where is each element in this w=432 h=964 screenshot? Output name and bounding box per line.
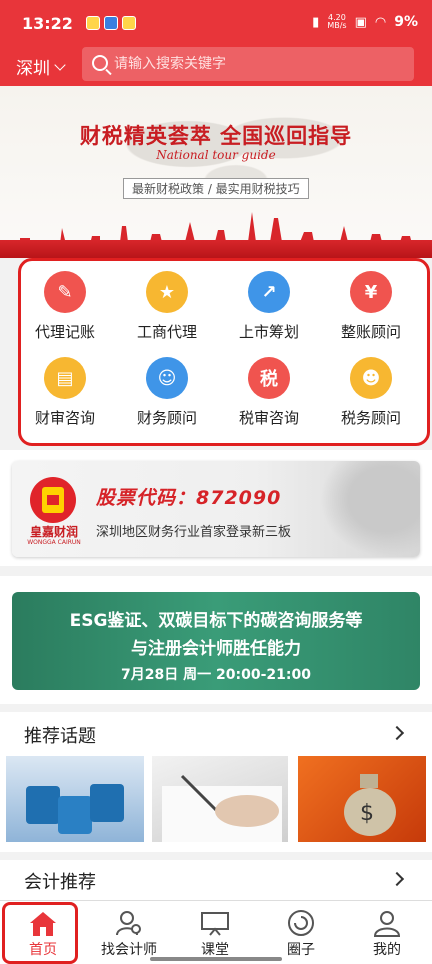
battery-level: 9% (394, 14, 418, 30)
city-selector[interactable]: 深圳 (16, 54, 66, 79)
home-indicator[interactable] (150, 957, 282, 961)
chart-icon: ↗ (248, 271, 290, 313)
topic-card-puzzle[interactable] (6, 756, 144, 842)
writing-hand-graphic (162, 774, 282, 842)
chevron-right-icon[interactable] (389, 871, 405, 887)
company-logo (30, 477, 76, 523)
notebook-icon: ¥ (350, 271, 392, 313)
stock-card[interactable]: 皇嘉财润 WONGGA CAIRUN 股票代码：872090 深圳地区财务行业首… (12, 461, 420, 557)
city-label: 深圳 (16, 59, 50, 79)
service-label: 税务顾问 (340, 409, 401, 427)
banner-red-base (0, 240, 432, 258)
company-brand-en: WONGGA CAIRUN (27, 539, 81, 546)
service-item-finance-advisor[interactable]: ☺ 财务顾问 (117, 357, 217, 428)
esg-section: ESG鉴证、双碳目标下的碳咨询服务等 与注册会计师胜任能力 7月28日 周一 2… (0, 576, 432, 704)
company-brand: 皇嘉财润 (29, 525, 78, 539)
esg-title-line2: 与注册会计师胜任能力 (131, 639, 301, 659)
service-label: 代理记账 (34, 323, 95, 341)
tax-icon: 税 (248, 357, 290, 399)
document-icon: ✎ (44, 271, 86, 313)
service-grid: ✎ 代理记账 ★ 工商代理 ↗ 上市筹划 ¥ 整账顾问 ▤ 财审咨询 ☺ 财务顾… (18, 258, 430, 446)
service-item-business-agency[interactable]: ★ 工商代理 (117, 271, 217, 342)
recommended-accountants: 会计推荐 (0, 860, 432, 900)
search-input[interactable] (114, 47, 404, 81)
net-speed: 4.20 MB/s (327, 14, 346, 30)
banner-tagline: 最新财税政策 / 最实用财税技巧 (123, 178, 309, 199)
esg-event-time: 7月28日 周一 20:00-21:00 (121, 667, 311, 683)
service-label: 财务顾问 (136, 409, 197, 427)
money-bag-graphic: $ (344, 774, 396, 836)
stock-code: 股票代码：872090 (96, 487, 282, 509)
nav-label: 圈子 (287, 942, 315, 958)
recommended-topics: 推荐话题 $ (0, 712, 432, 852)
nav-home[interactable]: 首页 (0, 901, 86, 964)
app-notification-icon (104, 16, 118, 30)
status-indicators: ▮ 4.20 MB/s ▣ ◠ 9% (312, 14, 418, 31)
chevron-down-icon (54, 58, 66, 71)
net-speed-unit: MB/s (327, 21, 347, 30)
service-label: 整账顾问 (340, 323, 401, 341)
search-icon (92, 55, 108, 71)
weibo-icon (86, 16, 100, 30)
nav-classroom[interactable]: 课堂 (172, 901, 258, 964)
chevron-right-icon[interactable] (389, 725, 405, 741)
status-notification-icons (86, 16, 136, 30)
topics-title: 推荐话题 (24, 726, 96, 747)
service-item-account-consulting[interactable]: ¥ 整账顾问 (321, 271, 421, 342)
nav-find-accountant[interactable]: 找会计师 (86, 901, 172, 964)
puzzle-piece-graphic (58, 796, 92, 834)
service-label: 财审咨询 (34, 409, 95, 427)
service-item-tax-advisor[interactable]: ☻ 税务顾问 (321, 357, 421, 428)
promo-banner[interactable]: 财税精英荟萃 全国巡回指导 National tour guide 最新财税政策… (0, 86, 432, 258)
svg-text:$: $ (360, 801, 374, 826)
esg-title-line1: ESG鉴证、双碳目标下的碳咨询服务等 (69, 611, 363, 631)
service-item-bookkeeping[interactable]: ✎ 代理记账 (15, 271, 115, 342)
search-box[interactable] (82, 47, 414, 81)
puzzle-piece-graphic (90, 784, 124, 822)
nav-label: 课堂 (201, 942, 229, 958)
service-label: 上市筹划 (238, 323, 299, 341)
puzzle-piece-graphic (26, 786, 60, 824)
wifi-icon: ◠ (374, 14, 387, 30)
app-notification-icon (122, 16, 136, 30)
topic-card-writing[interactable] (152, 756, 288, 842)
advisor-icon: ☻ (350, 357, 392, 399)
active-highlight (2, 902, 78, 964)
service-item-ipo-planning[interactable]: ↗ 上市筹划 (219, 271, 319, 342)
nav-label: 我的 (373, 942, 401, 958)
badge-icon: ★ (146, 271, 188, 313)
nav-profile[interactable]: 我的 (344, 901, 430, 964)
sim-icon: ▣ (354, 14, 367, 30)
vibrate-icon: ▮ (312, 14, 320, 30)
profile-icon (373, 911, 401, 937)
banner-subtitle: National tour guide (156, 148, 276, 162)
service-label: 工商代理 (136, 323, 197, 341)
status-bar: 13:22 ▮ 4.20 MB/s ▣ ◠ 9% (0, 0, 432, 38)
bottom-navigation: 首页 找会计师 课堂 圈子 我的 (0, 900, 432, 964)
file-icon: ▤ (44, 357, 86, 399)
banner-title: 财税精英荟萃 全国巡回指导 (79, 123, 353, 148)
service-item-tax-audit[interactable]: 税 税审咨询 (219, 357, 319, 428)
circle-icon (288, 910, 314, 936)
topic-card-money[interactable]: $ (298, 756, 426, 842)
hand-graphic (320, 461, 420, 557)
esg-event-banner[interactable]: ESG鉴证、双碳目标下的碳咨询服务等 与注册会计师胜任能力 7月28日 周一 2… (12, 592, 420, 690)
stock-section: 皇嘉财润 WONGGA CAIRUN 股票代码：872090 深圳地区财务行业首… (0, 450, 432, 566)
status-time: 13:22 (22, 14, 73, 33)
recommend-title: 会计推荐 (24, 872, 96, 893)
stock-description: 深圳地区财务行业首家登录新三板 (96, 525, 292, 540)
nav-label: 找会计师 (101, 942, 157, 958)
service-item-audit-consulting[interactable]: ▤ 财审咨询 (15, 357, 115, 428)
nav-circle[interactable]: 圈子 (258, 901, 344, 964)
app-header: 深圳 (0, 38, 432, 86)
user-icon: ☺ (146, 357, 188, 399)
classroom-icon (201, 912, 229, 936)
service-label: 税审咨询 (238, 409, 299, 427)
find-accountant-icon (116, 911, 141, 936)
